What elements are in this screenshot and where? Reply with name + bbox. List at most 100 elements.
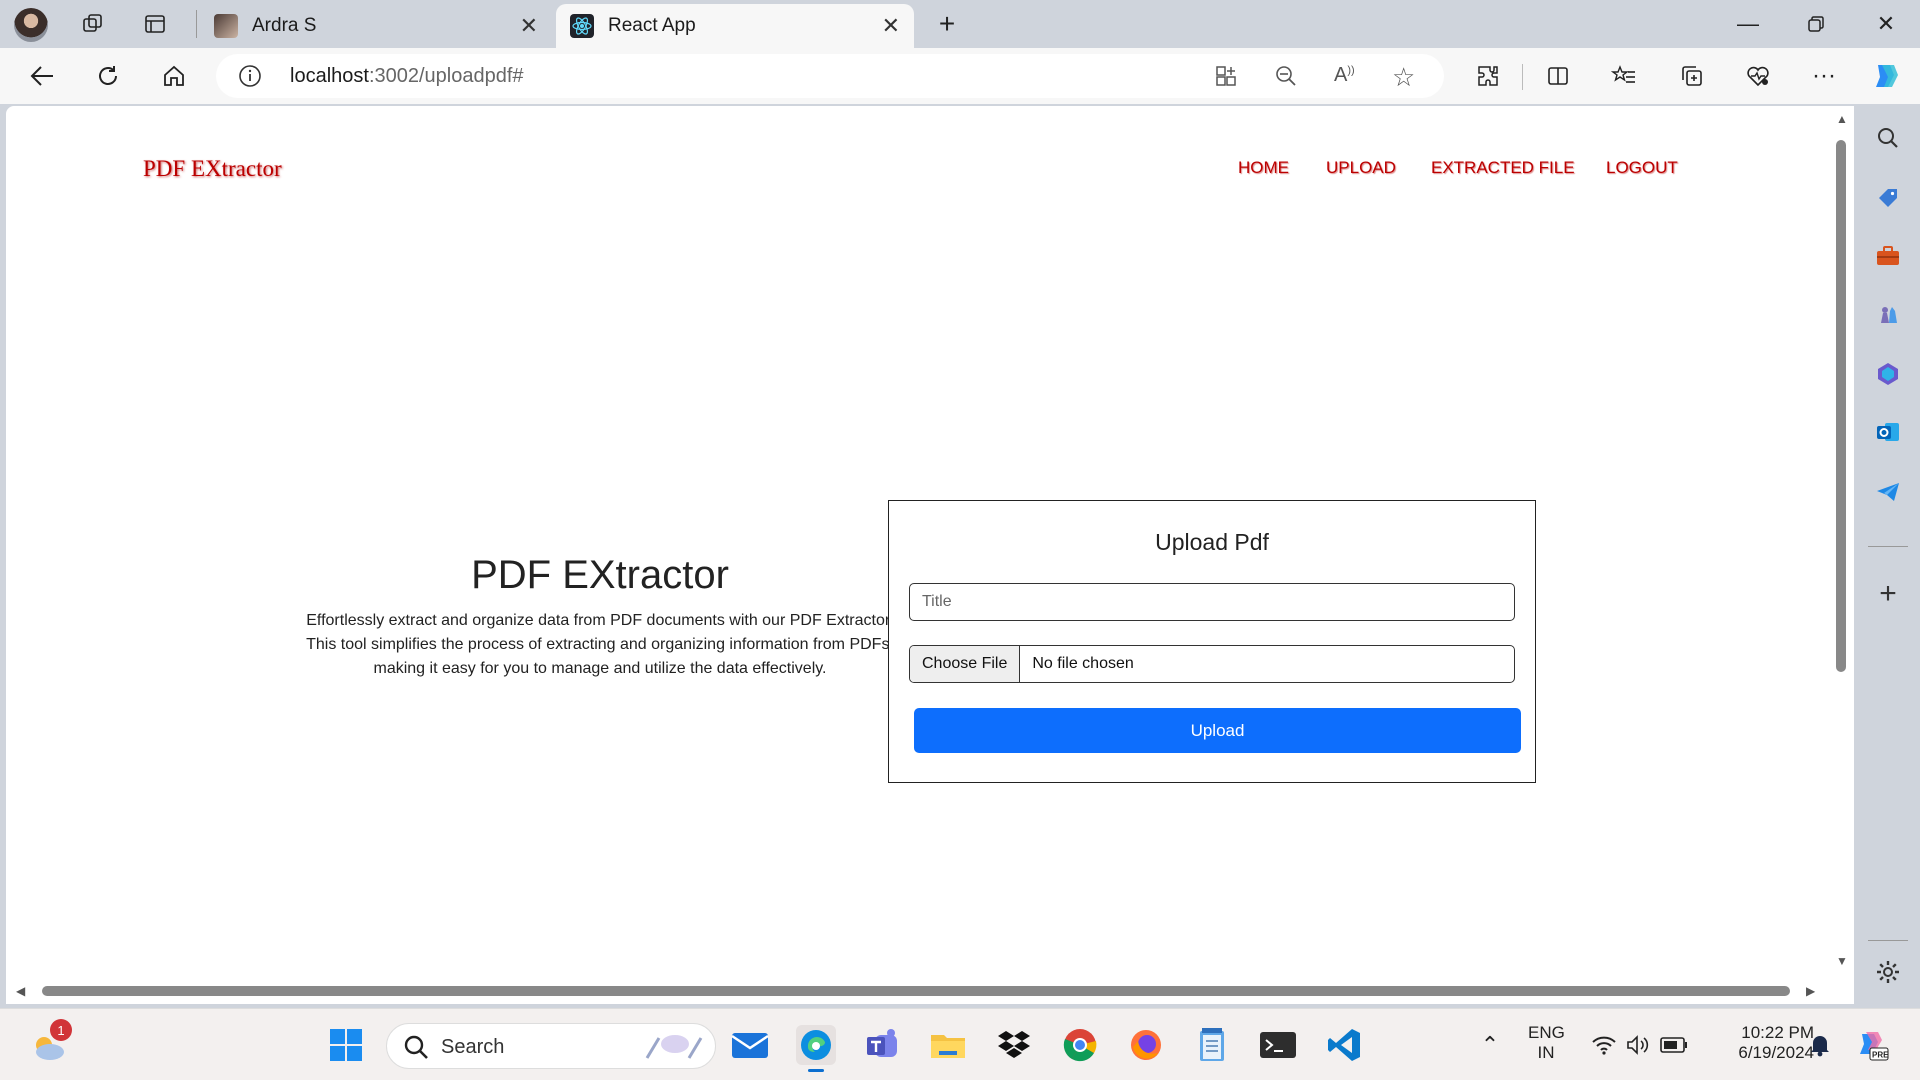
sidebar-divider	[1868, 940, 1908, 941]
outlook-icon[interactable]	[1874, 418, 1902, 446]
refresh-icon[interactable]	[90, 60, 126, 92]
hero-title: PDF EXtractor	[471, 553, 729, 597]
read-aloud-icon[interactable]: A))	[1334, 64, 1355, 87]
choose-file-button[interactable]: Choose File	[910, 646, 1021, 682]
upload-form-card: Upload Pdf Choose File No file chosen Up…	[888, 500, 1536, 783]
close-tab-icon[interactable]: ✕	[882, 13, 900, 39]
vertical-scrollbar[interactable]: ▲ ▼	[1828, 106, 1854, 1004]
close-window-icon[interactable]: ✕	[1866, 8, 1906, 40]
scroll-up-arrow-icon[interactable]: ▲	[1836, 112, 1848, 126]
extensions-icon[interactable]	[1470, 60, 1506, 92]
show-hidden-icons-icon[interactable]: ⌃	[1470, 1025, 1510, 1065]
terminal-icon[interactable]	[1258, 1025, 1298, 1065]
microsoft-365-icon[interactable]	[1874, 360, 1902, 388]
restore-icon[interactable]	[1796, 8, 1836, 40]
minimize-icon[interactable]: —	[1728, 8, 1768, 40]
site-info-icon[interactable]	[238, 64, 262, 93]
address-bar[interactable]: localhost:3002/uploadpdf# A)) ☆	[216, 54, 1444, 98]
sidebar-divider	[1868, 546, 1908, 547]
react-logo-icon	[570, 14, 594, 38]
tools-briefcase-icon[interactable]	[1874, 242, 1902, 270]
app-available-icon[interactable]	[1214, 64, 1238, 93]
workspaces-icon[interactable]	[78, 10, 108, 38]
browser-tab-strip: Ardra S ✕ React App ✕ + — ✕	[0, 0, 1920, 48]
favorite-star-icon[interactable]: ☆	[1392, 62, 1415, 93]
new-tab-icon[interactable]: +	[932, 8, 962, 39]
back-icon[interactable]	[24, 60, 60, 92]
file-status-text: No file chosen	[1032, 655, 1134, 672]
hero-line: making it easy for you to manage and uti…	[373, 660, 827, 677]
scroll-right-arrow-icon[interactable]: ▶	[1806, 984, 1815, 998]
notification-bell-icon[interactable]	[1800, 1025, 1840, 1065]
zoom-out-icon[interactable]	[1274, 64, 1298, 93]
horizontal-scrollbar[interactable]: ◀ ▶	[6, 978, 1828, 1004]
add-sidebar-app-icon[interactable]: +	[1874, 577, 1902, 610]
copilot-preview-icon[interactable]: PRE	[1852, 1025, 1892, 1065]
battery-icon[interactable]	[1654, 1025, 1694, 1065]
search-label: Search	[441, 1036, 505, 1058]
site-brand[interactable]: PDF EXtractor	[143, 156, 282, 182]
weather-notification-badge: 1	[50, 1019, 72, 1041]
edge-sidebar: +	[1856, 106, 1920, 1004]
hero-line: Effortlessly extract and organize data f…	[306, 612, 894, 629]
vscode-icon[interactable]	[1324, 1025, 1364, 1065]
sidebar-settings-icon[interactable]	[1874, 958, 1902, 986]
page-viewport: PDF EXtractor HOME UPLOAD EXTRACTED FILE…	[6, 106, 1854, 1004]
home-icon[interactable]	[156, 60, 192, 92]
vertical-tabs-icon[interactable]	[140, 10, 170, 38]
close-tab-icon[interactable]: ✕	[520, 13, 538, 39]
browser-toolbar: localhost:3002/uploadpdf# A)) ☆ ···	[0, 48, 1920, 104]
nav-home[interactable]: HOME	[1238, 158, 1289, 178]
profile-avatar[interactable]	[14, 8, 48, 42]
collections-icon[interactable]	[1674, 60, 1710, 92]
nav-logout[interactable]: LOGOUT	[1606, 158, 1678, 178]
scroll-down-arrow-icon[interactable]: ▼	[1836, 954, 1848, 968]
tab-react-app[interactable]: React App ✕	[556, 4, 914, 48]
start-windows-icon[interactable]	[326, 1025, 366, 1065]
games-chess-icon[interactable]	[1874, 300, 1902, 328]
clock-time: 10:22 PM	[1741, 1023, 1814, 1042]
file-explorer-icon[interactable]	[928, 1025, 968, 1065]
tab-ardra-s[interactable]: Ardra S ✕	[200, 4, 552, 48]
edge-browser-icon[interactable]	[796, 1025, 836, 1072]
shopping-tag-icon[interactable]	[1874, 184, 1902, 212]
active-app-indicator	[808, 1069, 824, 1072]
volume-icon[interactable]	[1618, 1025, 1658, 1065]
firefox-icon[interactable]	[1126, 1025, 1166, 1065]
vertical-scroll-thumb[interactable]	[1836, 140, 1846, 672]
clock[interactable]: 10:22 PM 6/19/2024	[1704, 1023, 1814, 1063]
file-input[interactable]: Choose File No file chosen	[909, 645, 1515, 683]
browser-essentials-icon[interactable]	[1740, 60, 1776, 92]
taskbar-search[interactable]: Search	[386, 1023, 716, 1069]
hero-line: This tool simplifies the process of extr…	[306, 636, 894, 653]
weather-widget-icon[interactable]: 1	[28, 1019, 72, 1065]
language-indicator[interactable]: ENG IN	[1528, 1023, 1565, 1063]
more-menu-icon[interactable]: ···	[1806, 60, 1842, 92]
tab-divider	[196, 10, 197, 38]
nav-upload[interactable]: UPLOAD	[1326, 158, 1396, 178]
scroll-left-arrow-icon[interactable]: ◀	[16, 984, 25, 998]
split-screen-icon[interactable]	[1540, 60, 1576, 92]
mail-app-icon[interactable]	[730, 1025, 770, 1065]
search-highlight-icon	[643, 1030, 705, 1067]
tab-label: React App	[608, 15, 696, 36]
svg-text:PRE: PRE	[1872, 1051, 1889, 1060]
upload-form-heading: Upload Pdf	[1155, 529, 1269, 555]
title-input[interactable]	[909, 583, 1515, 621]
send-telegram-icon[interactable]	[1874, 478, 1902, 506]
windows-taskbar: 1 Search ⌃ ENG IN 10:22 PM 6/19/2024 PRE	[0, 1008, 1920, 1080]
profile-favicon-icon	[214, 14, 238, 38]
favorites-icon[interactable]	[1606, 60, 1642, 92]
teams-icon[interactable]	[862, 1025, 902, 1065]
horizontal-scroll-thumb[interactable]	[42, 986, 1790, 996]
sidebar-search-icon[interactable]	[1874, 124, 1902, 152]
upload-button[interactable]: Upload	[914, 708, 1521, 753]
copilot-icon[interactable]	[1868, 60, 1904, 92]
tab-label: Ardra S	[252, 15, 317, 36]
url-text: localhost:3002/uploadpdf#	[290, 65, 524, 87]
nav-extracted-file[interactable]: EXTRACTED FILE	[1431, 158, 1575, 178]
notepad-icon[interactable]	[1192, 1025, 1232, 1065]
dropbox-icon[interactable]	[994, 1025, 1034, 1065]
chrome-icon[interactable]	[1060, 1025, 1100, 1065]
hero-description: Effortlessly extract and organize data f…	[284, 609, 916, 681]
